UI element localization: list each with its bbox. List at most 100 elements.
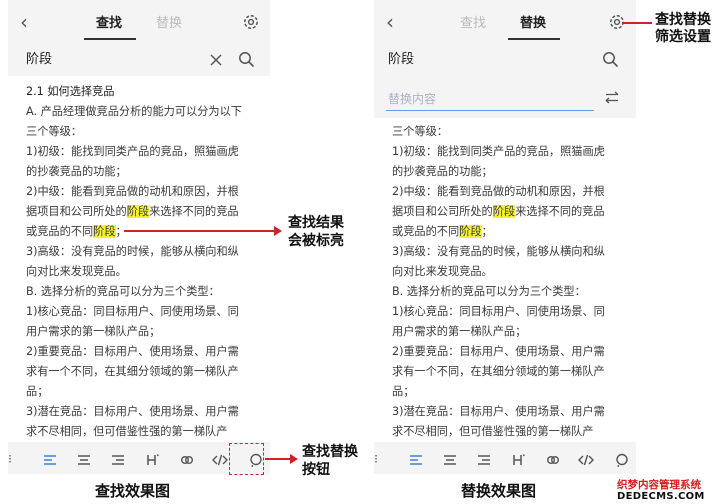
text-run: 品；: [392, 385, 415, 398]
button-pointer-arrowhead: [290, 454, 298, 464]
document-line: 三个等级：: [26, 122, 260, 142]
back-icon[interactable]: ‹: [20, 11, 28, 33]
document-line: 3)高级：没有竞品的时候，能够从横向和纵: [26, 242, 260, 262]
tab-replace[interactable]: 替换: [156, 16, 182, 32]
document-line: 三个等级：: [392, 122, 626, 142]
overflow-handle-icon[interactable]: ⁝: [374, 450, 386, 468]
tab-replace[interactable]: 替换: [520, 16, 546, 32]
text-run: 2)中级：能看到竞品做的动机和原因，并根: [26, 185, 239, 198]
link-icon[interactable]: [177, 453, 197, 471]
text-run: 用户需求的第一梯队产品；: [26, 325, 161, 338]
document-line: A. 产品经理做竞品分析的能力可以分为以下: [26, 102, 260, 122]
code-icon[interactable]: [576, 453, 596, 471]
document-line: 2)中级：能看到竞品做的动机和原因，并根: [26, 182, 260, 202]
document-lines: 2.1 如何选择竞品 A. 产品经理做竞品分析的能力可以分为以下三个等级： 1)初级…: [26, 82, 260, 442]
document-line: 1)核心竞品：同目标用户、同使用场景、同: [392, 302, 626, 322]
align-center-icon[interactable]: [440, 453, 460, 471]
search-bar: 阶段: [8, 46, 270, 74]
swap-icon[interactable]: [604, 91, 620, 104]
align-left-icon[interactable]: [40, 453, 60, 471]
text-run: 2.1 如何选择竞品: [26, 85, 115, 98]
text-run: 向对比来发现竞品。: [392, 265, 493, 278]
document-line: 据项目和公司所处的阶段来选择不同的竞品: [392, 202, 626, 222]
replace-input[interactable]: 替换内容: [386, 82, 594, 111]
document-line: 2.1 如何选择竞品: [26, 82, 260, 102]
tab-find[interactable]: 查找: [96, 16, 122, 32]
editor-toolbar: ⁝: [374, 446, 636, 474]
text-run: 2)中级：能看到竞品做的动机和原因，并根: [392, 185, 605, 198]
text-run: A. 产品经理做竞品分析的能力可以分为以下: [26, 105, 242, 118]
document-line: 用户需求的第一梯队产品；: [26, 322, 260, 342]
document-line: 2)中级：能看到竞品做的动机和原因，并根: [392, 182, 626, 202]
align-center-icon[interactable]: [74, 453, 94, 471]
search-input[interactable]: 阶段: [388, 52, 414, 68]
text-run: 2)重要竞品：目标用户、使用场景、用户需: [26, 345, 239, 358]
search-icon[interactable]: [602, 51, 619, 68]
link-icon[interactable]: [543, 453, 563, 471]
align-right-icon[interactable]: [474, 453, 494, 471]
tab-bar: ‹ 查找 替换: [374, 0, 636, 46]
text-run: 的抄袭竞品的功能；: [392, 165, 493, 178]
active-tab-indicator: [508, 38, 560, 40]
find-button-highlight-box: [229, 443, 264, 475]
document-line: B. 选择分析的竞品可以分为三个类型：: [26, 282, 260, 302]
heading-icon[interactable]: [143, 453, 163, 471]
document-line: 据项目和公司所处的阶段来选择不同的竞品: [26, 202, 260, 222]
watermark-line2: DEDECMS.COM: [617, 491, 705, 502]
gear-icon[interactable]: [242, 13, 260, 31]
clear-icon[interactable]: [210, 54, 222, 66]
active-tab-indicator: [84, 38, 136, 40]
settings-annotation-line1: 查找替换: [655, 12, 711, 28]
heading-icon[interactable]: [509, 453, 529, 471]
find-screen: ‹ 查找 替换 阶段 2.1 如何选择竞品 A. 产品经理做竞品分析的能力可以分为…: [8, 0, 270, 474]
search-input[interactable]: 阶段: [26, 52, 52, 68]
overflow-handle-icon[interactable]: ⁝: [8, 450, 20, 468]
settings-annotation-line2: 筛选设置: [655, 29, 711, 45]
document-line: 求不尽相同，但可借鉴性强的第一梯队产: [26, 422, 260, 442]
back-icon[interactable]: ‹: [386, 11, 394, 33]
text-run: 1)初级：能找到同类产品的竞品，照猫画虎: [26, 145, 239, 158]
text-run: 的抄袭竞品的功能；: [26, 165, 127, 178]
search-bar: 阶段: [374, 46, 636, 74]
text-run: 用户需求的第一梯队产品；: [392, 325, 527, 338]
document-content: 2.1 如何选择竞品 A. 产品经理做竞品分析的能力可以分为以下三个等级： 1)初级…: [8, 76, 270, 442]
document-lines: 三个等级： 1)初级：能找到同类产品的竞品，照猫画虎 的抄袭竞品的功能； 2)中级：能…: [392, 122, 626, 442]
search-match-highlight: 阶段: [492, 205, 516, 218]
document-line: 向对比来发现竞品。: [26, 262, 260, 282]
document-line: B. 选择分析的竞品可以分为三个类型：: [392, 282, 626, 302]
document-line: 2)重要竞品：目标用户、使用场景、用户需: [392, 342, 626, 362]
tab-find[interactable]: 查找: [460, 16, 486, 32]
code-icon[interactable]: [210, 453, 230, 471]
document-line: 或竞品的不同阶段；: [392, 222, 626, 242]
document-line: 1)核心竞品：同目标用户、同使用场景、同: [26, 302, 260, 322]
tab-bar: ‹ 查找 替换: [8, 0, 270, 46]
search-icon[interactable]: [612, 453, 632, 472]
text-run: 据项目和公司所处的: [26, 205, 127, 218]
text-run: 3)潜在竞品：目标用户、使用场景、用户需: [392, 405, 605, 418]
watermark: 织梦内容管理系统 DEDECMS.COM: [617, 476, 720, 504]
highlight-pointer-line: [124, 230, 274, 232]
align-left-icon[interactable]: [406, 453, 426, 471]
replace-caption: 替换效果图: [461, 482, 537, 500]
document-line: 求不尽相同，但可借鉴性强的第一梯队产: [392, 422, 626, 442]
watermark-line1: 织梦内容管理系统: [617, 479, 701, 491]
search-icon[interactable]: [238, 51, 255, 68]
document-line: 求有一个不同，在其细分领域的第一梯队产: [26, 362, 260, 382]
find-caption: 查找效果图: [95, 482, 171, 500]
document-line: 向对比来发现竞品。: [392, 262, 626, 282]
document-line: 用户需求的第一梯队产品；: [392, 322, 626, 342]
highlight-annotation-line1: 查找结果: [288, 215, 344, 231]
text-run: 品；: [26, 385, 49, 398]
text-run: 1)核心竞品：同目标用户、同使用场景、同: [392, 305, 605, 318]
align-right-icon[interactable]: [108, 453, 128, 471]
text-run: 据项目和公司所处的: [392, 205, 493, 218]
text-run: 2)重要竞品：目标用户、使用场景、用户需: [392, 345, 605, 358]
button-annotation-line2: 按钮: [302, 462, 330, 478]
document-line: 求有一个不同，在其细分领域的第一梯队产: [392, 362, 626, 382]
text-run: 求有一个不同，在其细分领域的第一梯队产: [392, 365, 605, 378]
text-run: 三个等级：: [392, 125, 448, 138]
document-line: 3)高级：没有竞品的时候，能够从横向和纵: [392, 242, 626, 262]
button-annotation-line1: 查找替换: [302, 444, 358, 460]
text-run: 来选择不同的竞品: [149, 205, 239, 218]
text-run: 来选择不同的竞品: [515, 205, 605, 218]
